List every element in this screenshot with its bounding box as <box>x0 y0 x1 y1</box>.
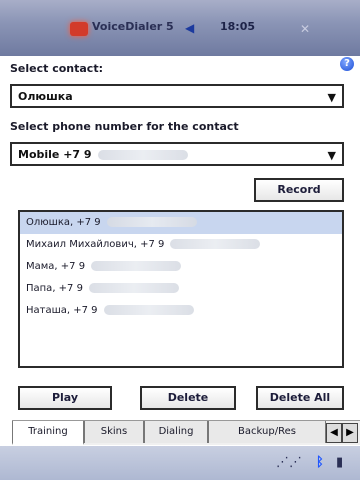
volume-icon[interactable]: ◀ <box>185 21 199 35</box>
delete-all-button[interactable]: Delete All <box>256 386 344 410</box>
status-taskbar: ⋰⋰ ᛒ ▮ <box>0 446 360 480</box>
app-title: VoiceDialer 5 <box>92 20 174 33</box>
record-button[interactable]: Record <box>254 178 344 202</box>
list-item[interactable]: Михаил Михайлович, +7 9 <box>20 234 342 256</box>
list-item-text: Олюшка, +7 9 <box>26 217 101 228</box>
tab-dialing[interactable]: Dialing <box>144 421 208 443</box>
redacted-number <box>170 239 261 249</box>
redacted-number <box>88 283 179 293</box>
app-icon <box>70 22 88 36</box>
redacted-number <box>106 217 197 227</box>
contact-dropdown-value: Олюшка <box>18 90 73 103</box>
tab-bar: Training Skins Dialing Backup/Res ◀ ▶ <box>12 420 360 445</box>
signal-icon: ▮ <box>336 455 344 470</box>
tab-backup-restore[interactable]: Backup/Res <box>208 421 326 443</box>
list-item-text: Наташа, +7 9 <box>26 305 98 316</box>
list-item-text: Папа, +7 9 <box>26 283 83 294</box>
redacted-number <box>103 305 194 315</box>
select-phone-label: Select phone number for the contact <box>10 120 239 133</box>
close-icon[interactable]: ✕ <box>300 22 314 36</box>
clock: 18:05 <box>220 20 256 33</box>
list-item-text: Михаил Михайлович, +7 9 <box>26 239 165 250</box>
chevron-down-icon: ▼ <box>327 149 336 162</box>
redacted-number <box>97 150 188 160</box>
app-window: VoiceDialer 5 ◀ 18:05 ✕ Select contact: … <box>0 0 360 480</box>
phone-dropdown[interactable]: Mobile +7 9 ▼ <box>10 142 344 166</box>
tab-scroll-left-icon[interactable]: ◀ <box>326 423 342 443</box>
list-item[interactable]: Олюшка, +7 9 <box>20 212 342 234</box>
list-item[interactable]: Наташа, +7 9 <box>20 300 342 322</box>
phone-dropdown-text: Mobile +7 9 <box>18 148 92 161</box>
redacted-number <box>91 261 182 271</box>
list-item[interactable]: Папа, +7 9 <box>20 278 342 300</box>
network-icon: ⋰⋰ <box>276 455 302 470</box>
list-item[interactable]: Мама, +7 9 <box>20 256 342 278</box>
bluetooth-icon[interactable]: ᛒ <box>316 454 324 472</box>
delete-button[interactable]: Delete <box>140 386 236 410</box>
tab-training[interactable]: Training <box>12 421 84 445</box>
phone-dropdown-value: Mobile +7 9 <box>18 148 188 161</box>
tab-scroll-right-icon[interactable]: ▶ <box>342 423 358 443</box>
select-contact-label: Select contact: <box>10 62 103 75</box>
tab-skins[interactable]: Skins <box>84 421 144 443</box>
contact-dropdown[interactable]: Олюшка ▼ <box>10 84 344 108</box>
recordings-list[interactable]: Олюшка, +7 9 Михаил Михайлович, +7 9 Мам… <box>18 210 344 368</box>
list-item-text: Мама, +7 9 <box>26 261 86 272</box>
title-bar: VoiceDialer 5 ◀ 18:05 ✕ <box>0 0 360 56</box>
help-icon[interactable]: ? <box>340 57 354 71</box>
chevron-down-icon: ▼ <box>327 91 336 104</box>
play-button[interactable]: Play <box>18 386 112 410</box>
